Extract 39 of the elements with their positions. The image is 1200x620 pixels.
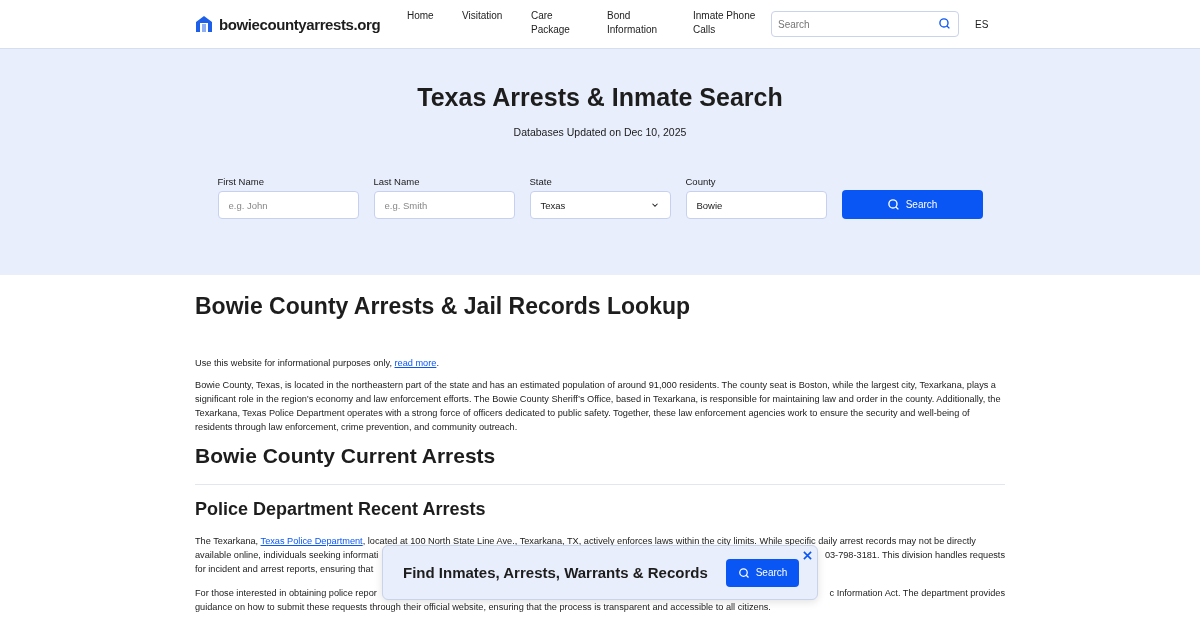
- intro-paragraph: Bowie County, Texas, is located in the northeastern part of the state and has an estimated population of around 91,000 residents. The county seat is Boston, while the largest city, Texarkana, plays a significant role in the region’s economy and law enforcement efforts. The Bowie County Sheriff’s Office, based in Texarkana, is responsible for maintaining law and order in the county. Additionally, the Texarkana, Texas Police Department operates with a strong force of officers dedicated to public safety. Together, these law enforcement agencies work to ensure the security and well-being of residents through law enforcement, crime prevention, and community outreach.: [195, 379, 1002, 434]
- field-label: State: [529, 176, 553, 187]
- nav-link[interactable]: Visitation: [462, 9, 531, 23]
- field-label: First Name: [217, 176, 265, 187]
- page-heading: Bowie County Arrests & Jail Records Lookup: [195, 293, 692, 320]
- input-field[interactable]: e.g. Smith: [373, 191, 515, 219]
- update-date: Databases Updated on Dec 10, 2025: [513, 126, 687, 138]
- nav-link[interactable]: Care Package: [531, 9, 607, 37]
- paragraph-line: The Texarkana, Texas Police Department, located at 100 North State Line Ave., Texarkana, TX, actively enforces laws within the city limits. While specific daily arrest records may not be directly: [195, 535, 976, 548]
- field-label: Last Name: [373, 176, 421, 187]
- search-button[interactable]: Search: [841, 190, 983, 219]
- paragraph-line: guidance on how to submit these requests through their official website, ensuring that the process is transparent and accessible to all citizens.: [195, 601, 771, 614]
- banner-title: Find Inmates, Arrests, Warrants & Records: [403, 564, 708, 581]
- nav-link[interactable]: Home: [407, 9, 462, 23]
- search-icon: [737, 566, 750, 579]
- input-field[interactable]: e.g. John: [217, 191, 359, 219]
- nav-link[interactable]: Inmate Phone Calls: [693, 9, 771, 37]
- language-link[interactable]: ES: [975, 18, 989, 30]
- nav-link[interactable]: Bond Information: [607, 9, 693, 37]
- paragraph-line: c Information Act. The department provides: [829, 587, 1005, 600]
- banner-search-button[interactable]: Search: [726, 558, 799, 587]
- house-icon: [195, 15, 213, 33]
- subsection-heading: Police Department Recent Arrests: [195, 499, 487, 520]
- section-heading: Bowie County Current Arrests: [195, 444, 497, 468]
- site-logo[interactable]: bowiecountyarrests.org: [219, 15, 381, 33]
- paragraph-line: 03-798-3181. This division handles requests: [824, 549, 1005, 562]
- paragraph-line: available online, individuals seeking informati: [195, 549, 379, 562]
- search-icon: [938, 17, 951, 30]
- hero-title: Texas Arrests & Inmate Search: [417, 83, 783, 112]
- search-field[interactable]: Search: [771, 11, 959, 37]
- paragraph-line: For those interested in obtaining police repor: [195, 587, 377, 600]
- input-field[interactable]: Bowie: [685, 191, 827, 219]
- close-icon[interactable]: [803, 551, 812, 560]
- search-icon: [886, 198, 900, 211]
- paragraph-line: for incident and arrest reports, ensuring that: [195, 563, 374, 576]
- disclaimer-text: Use this website for informational purposes only, read more.: [195, 357, 440, 370]
- field-label: County: [685, 176, 717, 187]
- police-department-link[interactable]: Texas Police Department: [260, 536, 363, 546]
- select-field[interactable]: Texas: [529, 191, 671, 219]
